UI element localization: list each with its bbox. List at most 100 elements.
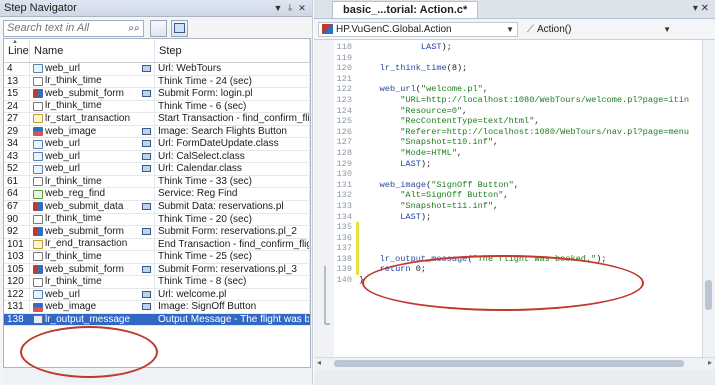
- table-row[interactable]: 27 lr_start_transaction Start Transaction …: [4, 113, 310, 126]
- scroll-left-icon[interactable]: ◂: [317, 358, 321, 367]
- table-row[interactable]: 131 web_image Image: SignOff Button: [4, 301, 310, 314]
- column-header-step[interactable]: Step: [155, 39, 310, 62]
- cell-step: Think Time - 24 (sec): [155, 75, 310, 88]
- line-number: 126: [336, 126, 352, 137]
- table-row[interactable]: 13 lr_think_time Think Time - 24 (sec): [4, 75, 310, 89]
- code-line[interactable]: 134 LAST);: [334, 212, 715, 223]
- navigator-horizontal-scrollbar[interactable]: [3, 369, 311, 383]
- code-line[interactable]: 131 web_image("SignOff Button",: [334, 180, 715, 191]
- editor-vertical-scrollbar[interactable]: [702, 40, 715, 357]
- code-line[interactable]: 139 return 0;: [334, 264, 715, 276]
- code-line[interactable]: 140}: [334, 275, 715, 286]
- close-icon[interactable]: ✕: [296, 3, 308, 14]
- code-line[interactable]: 125 "RecContentType=text/html",: [334, 116, 715, 127]
- code-line[interactable]: 130: [334, 169, 715, 180]
- cell-line: 52: [4, 163, 30, 175]
- snapshot-icon[interactable]: [142, 303, 151, 311]
- tab-action-c[interactable]: basic_...torial: Action.c*: [332, 1, 479, 18]
- table-row[interactable]: 29 web_image Image: Search Flights Button: [4, 125, 310, 139]
- code-line[interactable]: 126 "Referer=http://localhost:1080/WebTo…: [334, 127, 715, 138]
- cell-line: 122: [4, 288, 30, 301]
- table-row[interactable]: 64 web_reg_find Service: Reg Find: [4, 188, 310, 202]
- fold-indicator[interactable]: [320, 266, 330, 336]
- cell-line: 105: [4, 263, 30, 276]
- snapshot-icon[interactable]: [142, 127, 151, 135]
- table-row[interactable]: 15 web_submit_form Submit Form: login.pl: [4, 88, 310, 101]
- snapshot-icon[interactable]: [142, 65, 151, 72]
- snapshot-icon[interactable]: [142, 165, 151, 173]
- code-line[interactable]: 136: [334, 232, 715, 244]
- horizontal-scroll-thumb[interactable]: [334, 360, 684, 367]
- cell-step: Submit Form: reservations.pl_2: [155, 226, 310, 238]
- code-area[interactable]: 118 LAST); 119 120 lr_think_time(8); 121 122…: [314, 40, 715, 357]
- editor-horizontal-scrollbar[interactable]: ◂ ▸: [314, 357, 715, 370]
- dropdown-arrow-icon[interactable]: ▼: [272, 3, 284, 13]
- search-box[interactable]: ⌕⌕: [3, 19, 144, 37]
- code-line[interactable]: 138 lr_output_message("The flight was bo…: [334, 253, 715, 265]
- cell-line: 64: [4, 188, 30, 201]
- code-line[interactable]: 135: [334, 222, 715, 233]
- class-dropdown[interactable]: HP.VuGenC.Global.Action ▼: [318, 21, 518, 37]
- cell-name: web_url: [30, 138, 155, 150]
- code-line[interactable]: 124 "Resource=0",: [334, 106, 715, 117]
- table-row[interactable]: 24 lr_think_time Think Time - 6 (sec): [4, 100, 310, 114]
- table-row[interactable]: 105 web_submit_form Submit Form: reservati…: [4, 263, 310, 277]
- cell-name: lr_start_transaction: [30, 113, 155, 125]
- table-row[interactable]: 61 lr_think_time Think Time - 33 (sec): [4, 175, 310, 189]
- table-row[interactable]: 101 lr_end_transaction End Transaction - f…: [4, 238, 310, 252]
- cell-name-label: lr_think_time: [45, 276, 102, 288]
- cell-name: web_submit_data: [30, 201, 155, 213]
- snapshot-icon[interactable]: [142, 90, 151, 98]
- line-number: 127: [336, 137, 352, 148]
- table-row[interactable]: 120 lr_think_time Think Time - 8 (sec): [4, 276, 310, 289]
- code-line[interactable]: 132 "Alt=SignOff Button",: [334, 190, 715, 201]
- column-header-line[interactable]: ▲ Line: [4, 39, 30, 62]
- scroll-right-icon[interactable]: ▸: [708, 358, 712, 367]
- table-row[interactable]: 90 lr_think_time Think Time - 20 (sec): [4, 213, 310, 227]
- snapshot-icon[interactable]: [142, 228, 151, 236]
- code-line[interactable]: 122 web_url("welcome.pl",: [334, 84, 715, 95]
- code-line[interactable]: 120 lr_think_time(8);: [334, 63, 715, 74]
- steps-grid: ▲ Line Name Step 4 web_url Url: WebTours 13 l…: [3, 38, 311, 368]
- code-line[interactable]: 129 LAST);: [334, 159, 715, 170]
- search-input[interactable]: [4, 22, 125, 34]
- method-dropdown[interactable]: ⟋ Action() ▼: [524, 22, 674, 37]
- change-marker: [356, 243, 359, 254]
- code-line[interactable]: 121: [334, 74, 715, 85]
- cell-line: 90: [4, 213, 30, 226]
- code-line[interactable]: 119: [334, 53, 715, 64]
- cell-line: 43: [4, 150, 30, 163]
- column-header-name[interactable]: Name: [30, 39, 155, 62]
- table-row[interactable]: 92 web_submit_form Submit Form: reservatio…: [4, 226, 310, 239]
- code-line[interactable]: 123 "URL=http://localhost:1080/WebTours/…: [334, 95, 715, 106]
- table-row[interactable]: 34 web_url Url: FormDateUpdate.class: [4, 138, 310, 151]
- submit-step-icon: [33, 89, 43, 99]
- vertical-scroll-thumb[interactable]: [705, 280, 712, 310]
- screenshot-view-button[interactable]: [171, 19, 188, 37]
- snapshot-icon[interactable]: [142, 152, 151, 160]
- snapshot-icon[interactable]: [142, 265, 151, 273]
- code-line[interactable]: 128 "Mode=HTML",: [334, 148, 715, 159]
- code-text: LAST);: [420, 42, 452, 52]
- code-line[interactable]: 137: [334, 243, 715, 254]
- code-line[interactable]: 133 "Snapshot=t11.inf",: [334, 201, 715, 212]
- table-row[interactable]: 52 web_url Url: Calendar.class: [4, 163, 310, 176]
- table-row[interactable]: 4 web_url Url: WebTours: [4, 63, 310, 76]
- code-line[interactable]: 127 "Snapshot=t10.inf",: [334, 137, 715, 148]
- change-marker: [356, 53, 359, 64]
- table-row[interactable]: 103 lr_think_time Think Time - 25 (sec): [4, 251, 310, 264]
- pin-icon[interactable]: ⫰: [284, 3, 296, 14]
- code-line[interactable]: 118 LAST);: [334, 42, 715, 53]
- table-row[interactable]: 43 web_url Url: CalSelect.class: [4, 150, 310, 164]
- table-row[interactable]: 122 web_url Url: welcome.pl: [4, 288, 310, 302]
- cell-step: Image: Search Flights Button: [155, 125, 310, 138]
- toggle-view-button[interactable]: [150, 19, 167, 37]
- snapshot-icon[interactable]: [142, 290, 151, 298]
- table-row[interactable]: 138 lr_output_message Output Message - The…: [4, 313, 310, 327]
- line-number: 138: [336, 253, 352, 264]
- binoculars-icon[interactable]: ⌕⌕: [125, 23, 143, 34]
- snapshot-icon[interactable]: [142, 203, 151, 211]
- tab-list-menu-icon[interactable]: ▾ ✕: [693, 3, 709, 14]
- table-row[interactable]: 67 web_submit_data Submit Data: reservatio…: [4, 201, 310, 214]
- snapshot-icon[interactable]: [142, 140, 151, 148]
